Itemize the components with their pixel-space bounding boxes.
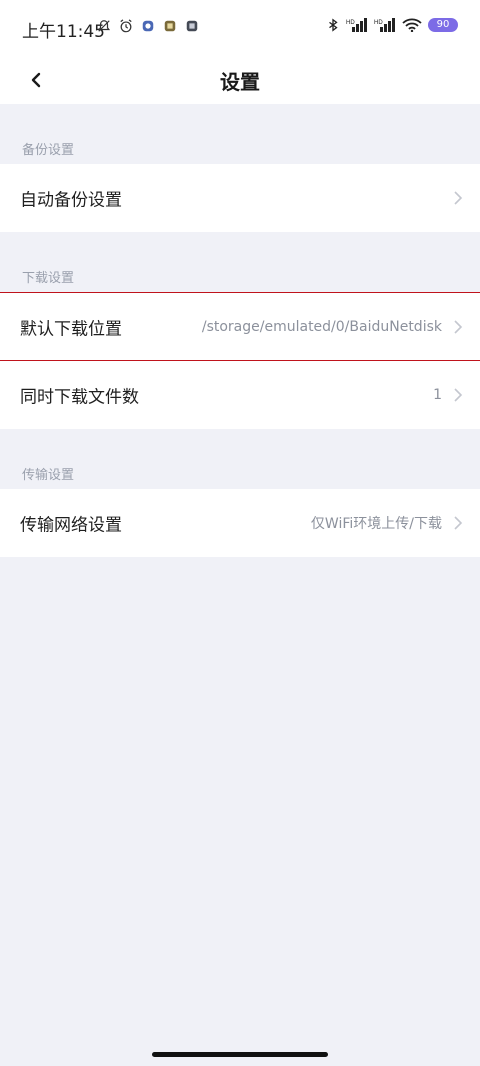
bluetooth-icon (329, 18, 338, 32)
section-header-backup: 备份设置 (22, 143, 75, 158)
status-right-icons: HD HD 90 (326, 18, 458, 32)
home-indicator[interactable] (152, 1052, 328, 1057)
chevron-right-icon (454, 191, 463, 205)
app-notification-icon (142, 20, 154, 32)
wifi-icon (402, 18, 422, 32)
row-concurrent-downloads[interactable]: 同时下载文件数 1 (0, 361, 480, 429)
signal-icon: HD (374, 18, 395, 32)
section-header-transfer: 传输设置 (22, 468, 75, 483)
svg-text:HD: HD (346, 20, 355, 26)
row-auto-backup[interactable]: 自动备份设置 (0, 164, 480, 232)
row-value: /storage/emulated/0/BaiduNetdisk (201, 318, 442, 335)
alarm-icon (120, 19, 132, 33)
mute-bell-icon (97, 20, 111, 32)
row-label: 自动备份设置 (20, 190, 122, 211)
chevron-right-icon (454, 388, 463, 402)
status-bar: 上午11:45 HD HD 90 (0, 0, 480, 56)
chevron-right-icon (454, 516, 463, 530)
row-label: 默认下载位置 (20, 319, 122, 339)
row-label: 传输网络设置 (20, 515, 122, 536)
status-time: 上午11:45 (22, 22, 105, 42)
row-value: 仅WiFi环境上传/下载 (310, 516, 442, 532)
status-left-icons (97, 19, 199, 33)
signal-icon: HD (346, 18, 367, 32)
section-header-download: 下载设置 (22, 271, 75, 286)
row-value: 1 (433, 387, 442, 403)
page-title: 设置 (220, 70, 260, 94)
row-default-download-location[interactable]: 默认下载位置 /storage/emulated/0/BaiduNetdisk (0, 293, 480, 360)
svg-text:HD: HD (374, 20, 383, 26)
app-notification-icon (164, 20, 176, 32)
app-notification-icon (186, 20, 198, 32)
row-label: 同时下载文件数 (20, 387, 139, 408)
chevron-right-icon (454, 319, 463, 334)
nav-bar: 设置 (0, 56, 480, 104)
row-transfer-network[interactable]: 传输网络设置 仅WiFi环境上传/下载 (0, 489, 480, 557)
battery-icon: 90 (428, 18, 458, 32)
